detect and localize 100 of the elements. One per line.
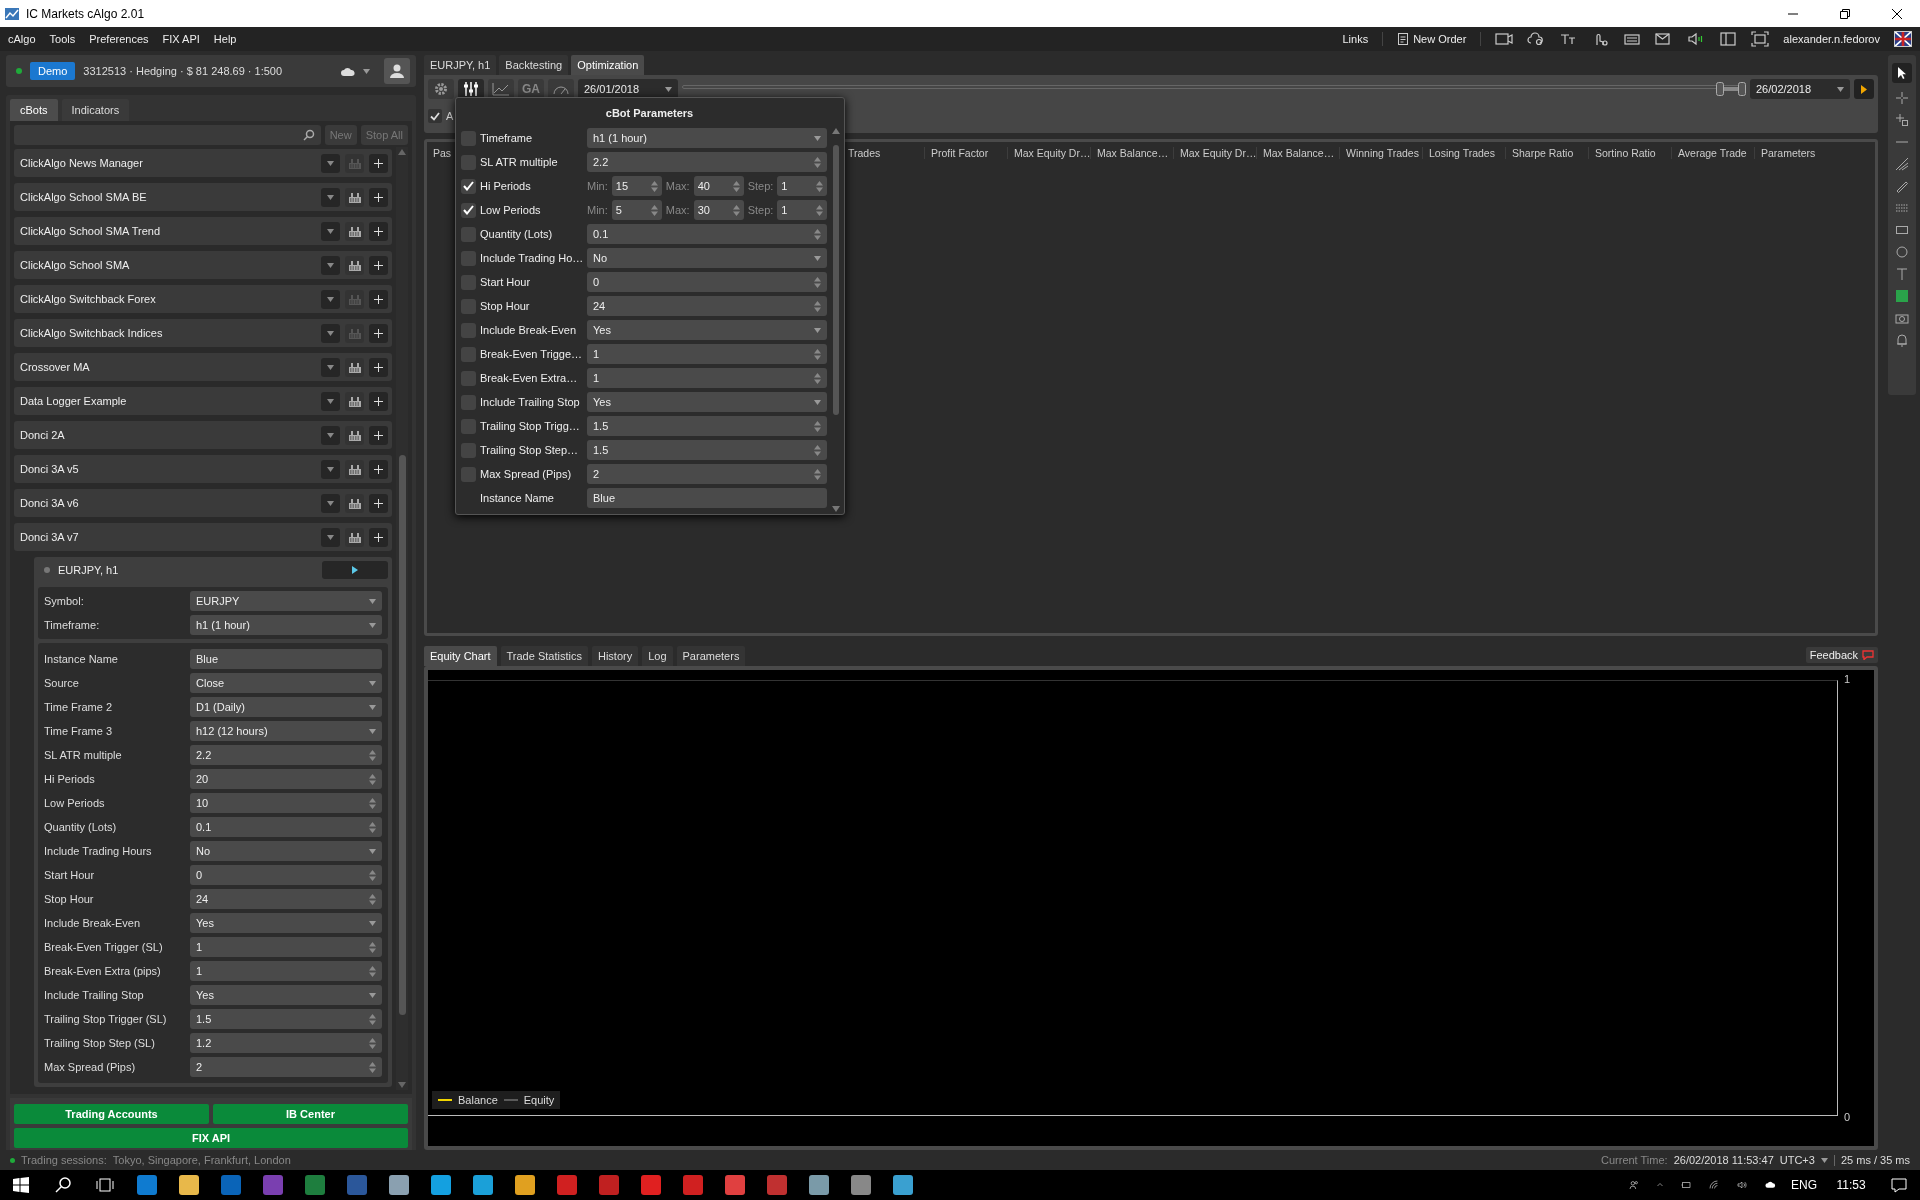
instances-button[interactable] [345, 221, 364, 241]
checkbox[interactable] [461, 298, 476, 314]
start-date-dropdown[interactable]: 26/01/2018 [578, 79, 678, 99]
add-instance-button[interactable] [369, 323, 388, 343]
cbot-row[interactable]: ClickAlgo School SMA Trend [14, 217, 392, 245]
number-field[interactable]: 2 [587, 464, 828, 484]
dropdown[interactable]: Yes [587, 320, 828, 340]
dropdown-button[interactable] [321, 493, 340, 513]
checkbox[interactable] [461, 250, 476, 266]
add-instance-button[interactable] [369, 391, 388, 411]
column-header[interactable]: Losing Trades [1422, 147, 1505, 159]
result-tab[interactable]: History [591, 646, 639, 666]
scrollbar-thumb[interactable] [398, 455, 406, 1015]
column-header[interactable]: Winning Trades [1339, 147, 1422, 159]
dropdown[interactable]: No [190, 841, 382, 861]
checkbox[interactable] [461, 226, 476, 242]
number-field[interactable]: 1 [587, 368, 828, 388]
keyboard-icon[interactable] [1623, 31, 1642, 47]
date-range-slider[interactable] [682, 82, 1746, 96]
fullscreen-icon[interactable] [1751, 31, 1770, 47]
result-tab[interactable]: Trade Statistics [500, 646, 588, 666]
cloud-gear-icon[interactable] [1527, 31, 1546, 47]
number-field[interactable]: 0.1 [587, 224, 828, 244]
instances-button[interactable] [345, 425, 364, 445]
column-header[interactable]: Max Equity Dr… [1007, 147, 1090, 159]
chart-button[interactable] [488, 79, 514, 99]
dropdown-button[interactable] [321, 357, 340, 377]
dropdown[interactable]: Yes [587, 392, 828, 412]
crosshair-icon[interactable] [1895, 91, 1909, 105]
panel-tab[interactable]: cBots [10, 99, 58, 121]
dropdown[interactable]: h1 (1 hour) [587, 128, 828, 148]
number-field[interactable]: 1 [190, 937, 382, 957]
text-size-icon[interactable] [1559, 31, 1578, 47]
dropdown[interactable]: D1 (Daily) [190, 697, 382, 717]
new-order-button[interactable]: New Order [1397, 27, 1467, 51]
dropdown[interactable]: h12 (12 hours) [190, 721, 382, 741]
add-instance-button[interactable] [369, 289, 388, 309]
dropdown-button[interactable] [321, 527, 340, 547]
cbot-row[interactable]: ClickAlgo School SMA [14, 251, 392, 279]
checkbox[interactable] [461, 202, 476, 218]
add-instance-button[interactable] [369, 221, 388, 241]
scroll-arrow-icon[interactable] [398, 149, 406, 155]
camera-icon[interactable] [1895, 311, 1909, 325]
link-button[interactable]: IB Center [213, 1104, 408, 1124]
menu-item[interactable]: Preferences [89, 33, 149, 45]
instances-button[interactable] [345, 527, 364, 547]
user-button[interactable] [384, 58, 410, 84]
flag-icon[interactable] [1894, 31, 1912, 47]
bell-icon[interactable] [1895, 333, 1909, 347]
cbot-row[interactable]: Donci 3A v7 [14, 523, 392, 551]
number-field[interactable]: 1.5 [587, 416, 828, 436]
crosshair-box-icon[interactable] [1895, 113, 1909, 127]
scrollbar[interactable] [831, 128, 842, 512]
column-header[interactable]: Max Balance… [1256, 147, 1339, 159]
number-field[interactable]: 40 [693, 176, 744, 196]
dropdown[interactable]: No [587, 248, 828, 268]
number-field[interactable]: 1.5 [190, 1009, 382, 1029]
result-tab[interactable]: Equity Chart [424, 646, 497, 666]
add-instance-button[interactable] [369, 527, 388, 547]
cbot-row[interactable]: Donci 3A v6 [14, 489, 392, 517]
start-button[interactable] [322, 561, 388, 579]
column-header[interactable]: Average Trade [1671, 147, 1754, 159]
add-instance-button[interactable] [369, 493, 388, 513]
number-field[interactable]: 2 [190, 1057, 382, 1077]
document-tab[interactable]: EURJPY, h1 [424, 55, 497, 75]
cloud-icon[interactable] [341, 66, 355, 76]
menu-item[interactable]: Tools [49, 33, 76, 45]
panel-layout-icon[interactable] [1719, 31, 1738, 47]
checkbox[interactable] [461, 370, 476, 386]
dropdown-button[interactable] [321, 425, 340, 445]
column-header[interactable]: Sharpe Ratio [1505, 147, 1588, 159]
run-button[interactable] [1854, 79, 1874, 99]
dropdown-button[interactable] [321, 221, 340, 241]
column-header[interactable]: Sortino Ratio [1588, 147, 1671, 159]
document-tab[interactable]: Backtesting [499, 55, 569, 75]
menu-item[interactable]: Help [213, 33, 237, 45]
cbot-row[interactable]: ClickAlgo Switchback Indices [14, 319, 392, 347]
scroll-arrow-icon[interactable] [398, 1082, 406, 1088]
menu-item[interactable]: cAlgo [8, 33, 36, 45]
number-field[interactable]: 1.5 [587, 440, 828, 460]
dropdown[interactable]: Close [190, 673, 382, 693]
number-field[interactable]: 1 [777, 176, 828, 196]
checkbox[interactable] [428, 109, 442, 123]
cbot-row[interactable]: ClickAlgo School SMA BE [14, 183, 392, 211]
link-button[interactable]: Trading Accounts [14, 1104, 209, 1124]
cbot-row[interactable]: Donci 2A [14, 421, 392, 449]
checkbox[interactable] [461, 322, 476, 338]
scroll-arrow-icon[interactable] [832, 506, 841, 512]
cbot-row[interactable]: Donci 3A v5 [14, 455, 392, 483]
add-instance-button[interactable] [369, 187, 388, 207]
menu-item[interactable]: FIX API [162, 33, 200, 45]
dropdown[interactable]: Yes [190, 985, 382, 1005]
document-tab[interactable]: Optimization [571, 55, 645, 75]
checkbox[interactable] [461, 394, 476, 410]
result-tab[interactable]: Parameters [676, 646, 746, 666]
number-field[interactable]: 20 [190, 769, 382, 789]
checkbox[interactable] [461, 130, 476, 146]
user-name[interactable]: alexander.n.fedorov [1783, 33, 1880, 45]
instances-button[interactable] [345, 187, 364, 207]
number-field[interactable]: 1 [190, 961, 382, 981]
